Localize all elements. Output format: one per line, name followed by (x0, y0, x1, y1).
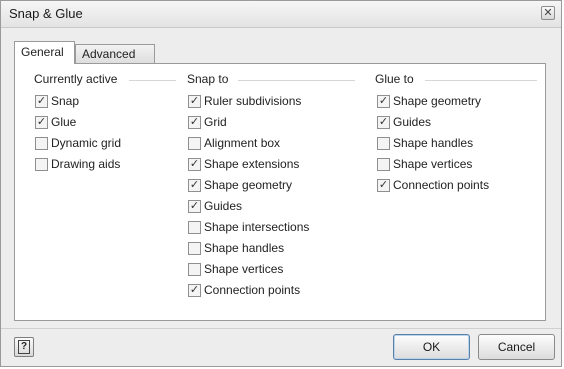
ruler-subdivisions-checkbox[interactable]: ✓ (188, 95, 201, 108)
snap-to-divider (238, 80, 355, 81)
shape-handles-label: Shape handles (204, 241, 285, 255)
shape-handles-checkbox[interactable] (188, 242, 201, 255)
currently-active-divider (129, 80, 176, 81)
cancel-button[interactable]: Cancel (478, 334, 555, 360)
shape-handles-checkbox[interactable] (377, 137, 390, 150)
alignment-box-label: Alignment box (204, 136, 281, 150)
ok-button[interactable]: OK (393, 334, 470, 360)
shape-extensions-checkbox[interactable]: ✓ (188, 158, 201, 171)
drawing-aids-label: Drawing aids (51, 157, 121, 171)
shape-geometry-label: Shape geometry (393, 94, 482, 108)
shape-vertices-label: Shape vertices (204, 262, 284, 276)
guides-checkbox[interactable]: ✓ (188, 200, 201, 213)
snap-checkbox[interactable]: ✓ (35, 95, 48, 108)
snap-glue-dialog: Snap & Glue ✕ General Advanced Currently… (0, 0, 562, 367)
guides-label: Guides (393, 115, 432, 129)
tab-general[interactable]: General (14, 41, 75, 64)
grid-checkbox[interactable]: ✓ (188, 116, 201, 129)
glue-to-divider (425, 80, 537, 81)
shape-geometry-checkbox[interactable]: ✓ (377, 95, 390, 108)
guides-checkbox[interactable]: ✓ (377, 116, 390, 129)
glue-checkbox[interactable]: ✓ (35, 116, 48, 129)
snap-label: Snap (51, 94, 80, 108)
guides-label: Guides (204, 199, 243, 213)
connection-points-checkbox[interactable]: ✓ (377, 179, 390, 192)
shape-handles-label: Shape handles (393, 136, 474, 150)
tab-advanced[interactable]: Advanced (75, 44, 155, 63)
close-icon: ✕ (543, 7, 553, 19)
dynamic-grid-checkbox[interactable] (35, 137, 48, 150)
snap-to-header-label: Snap to (187, 72, 229, 86)
shape-vertices-checkbox[interactable] (188, 263, 201, 276)
grid-label: Grid (204, 115, 227, 129)
shape-vertices-checkbox[interactable] (377, 158, 390, 171)
dialog-title: Snap & Glue (9, 6, 83, 21)
general-tab-panel: Currently active ✓ Snap ✓ Glue Dynamic grid D… (14, 63, 546, 321)
shape-intersections-label: Shape intersections (204, 220, 310, 234)
help-icon: ? (18, 340, 30, 354)
connection-points-label: Connection points (393, 178, 490, 192)
dynamic-grid-label: Dynamic grid (51, 136, 122, 150)
snap-to-group-header: Snap to (187, 72, 355, 86)
glue-to-group-header: Glue to (375, 72, 537, 86)
currently-active-header-label: Currently active (34, 72, 118, 86)
ruler-subdivisions-label: Ruler subdivisions (204, 94, 302, 108)
drawing-aids-checkbox[interactable] (35, 158, 48, 171)
shape-geometry-label: Shape geometry (204, 178, 293, 192)
glue-label: Glue (51, 115, 77, 129)
help-button[interactable]: ? (14, 337, 34, 357)
shape-vertices-label: Shape vertices (393, 157, 473, 171)
alignment-box-checkbox[interactable] (188, 137, 201, 150)
connection-points-label: Connection points (204, 283, 301, 297)
shape-geometry-checkbox[interactable]: ✓ (188, 179, 201, 192)
shape-extensions-label: Shape extensions (204, 157, 300, 171)
footer-divider (1, 328, 561, 329)
connection-points-checkbox[interactable]: ✓ (188, 284, 201, 297)
glue-to-header-label: Glue to (375, 72, 414, 86)
shape-intersections-checkbox[interactable] (188, 221, 201, 234)
title-bar[interactable]: Snap & Glue ✕ (1, 1, 561, 28)
close-button[interactable]: ✕ (541, 6, 555, 20)
currently-active-group-header: Currently active (34, 72, 176, 86)
